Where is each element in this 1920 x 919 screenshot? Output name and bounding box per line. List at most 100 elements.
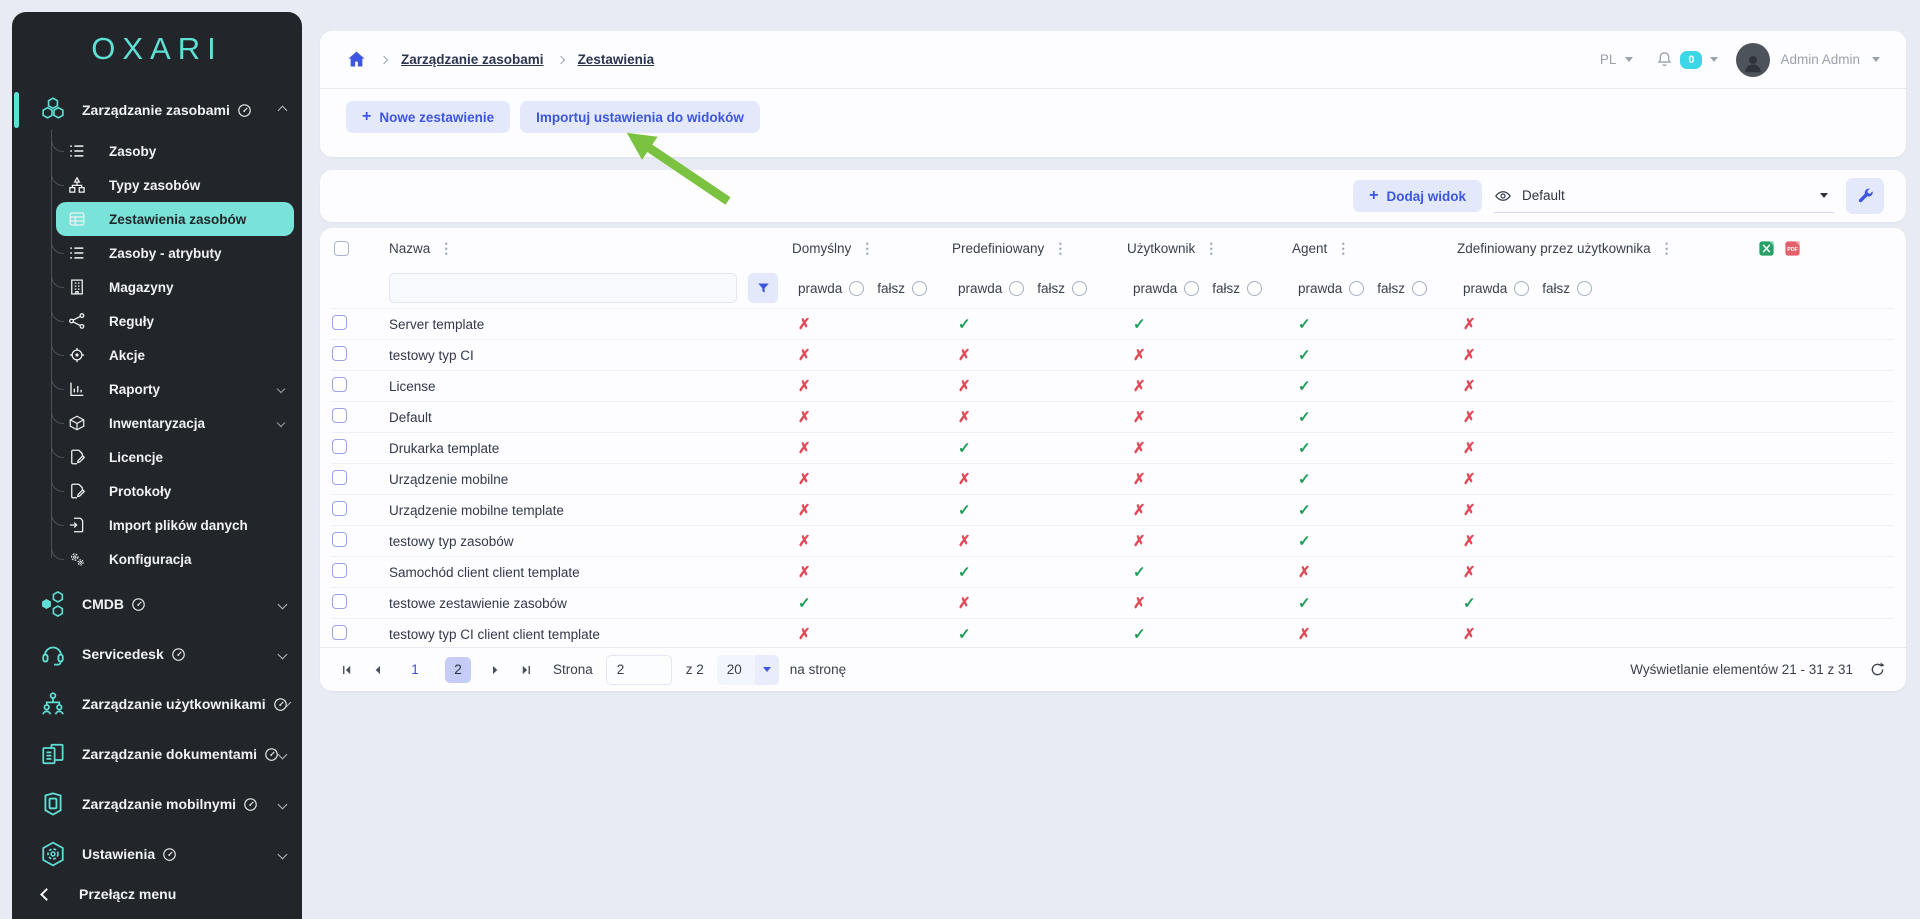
flag-agent: ✗: [1298, 626, 1311, 643]
row-checkbox[interactable]: [332, 563, 347, 578]
sidebar-item-raporty[interactable]: Raporty: [12, 368, 302, 406]
filter-true-radio[interactable]: [849, 280, 865, 296]
view-settings-button[interactable]: [1846, 178, 1884, 214]
column-menu-icon[interactable]: ⋮: [1336, 240, 1350, 257]
new-zestawienie-button[interactable]: + Nowe zestawienie: [346, 101, 511, 133]
filter-false-radio[interactable]: [1412, 280, 1428, 296]
column-header-domyslny[interactable]: Domyślny: [792, 241, 851, 256]
column-menu-icon[interactable]: ⋮: [1204, 240, 1218, 257]
sidebar-item-zestawienia-zasobow[interactable]: Zestawienia zasobów: [56, 202, 294, 236]
column-header-predefiniowany[interactable]: Predefiniowany: [952, 241, 1044, 256]
name-filter-input[interactable]: [389, 273, 737, 303]
sidebar-item-protokoly[interactable]: Protokoły: [12, 470, 302, 508]
breadcrumb-link-zestawienia[interactable]: Zestawienia: [578, 52, 655, 67]
row-checkbox[interactable]: [332, 315, 347, 330]
sidebar-section-zarzadzanie-uzytkownikami[interactable]: Zarządzanie użytkownikami: [12, 684, 302, 724]
refresh-icon[interactable]: [1869, 661, 1886, 678]
home-icon[interactable]: [346, 49, 367, 70]
sidebar-section-zarzadzanie-mobilnymi[interactable]: Zarządzanie mobilnymi: [12, 784, 302, 824]
next-page-icon[interactable]: [488, 663, 502, 677]
column-menu-icon[interactable]: ⋮: [439, 240, 453, 257]
filter-true-radio[interactable]: [1009, 280, 1025, 296]
column-menu-icon[interactable]: ⋮: [1660, 240, 1674, 257]
row-checkbox[interactable]: [332, 501, 347, 516]
table-row: Urządzenie mobilne template ✗ ✓ ✗ ✓ ✗: [332, 494, 1894, 525]
breadcrumb-link-zarzadzanie-zasobami[interactable]: Zarządzanie zasobami: [401, 52, 544, 67]
headset-icon: [40, 641, 66, 667]
filter-true-radio[interactable]: [1349, 280, 1365, 296]
filter-false-radio[interactable]: [1577, 280, 1593, 296]
row-checkbox[interactable]: [332, 439, 347, 454]
sidebar-section-zarzadzanie-dokumentami[interactable]: Zarządzanie dokumentami: [12, 734, 302, 774]
page-number-2-current[interactable]: 2: [445, 656, 471, 683]
sidebar-item-reguly[interactable]: Reguły: [12, 300, 302, 338]
sidebar-item-typy-zasobow[interactable]: Typy zasobów: [12, 164, 302, 202]
row-checkbox[interactable]: [332, 377, 347, 392]
column-menu-icon[interactable]: ⋮: [860, 240, 874, 257]
row-checkbox[interactable]: [332, 594, 347, 609]
export-excel-icon[interactable]: [1757, 239, 1776, 258]
column-menu-icon[interactable]: ⋮: [1053, 240, 1067, 257]
filter-false-label: fałsz: [1377, 280, 1406, 296]
row-checkbox[interactable]: [332, 470, 347, 485]
page-number-input[interactable]: [605, 654, 672, 685]
sidebar-item-zasoby[interactable]: Zasoby: [12, 130, 302, 168]
row-checkbox[interactable]: [332, 625, 347, 640]
filter-button[interactable]: [748, 273, 778, 303]
sidebar-section-cmdb[interactable]: CMDB: [12, 584, 302, 624]
filter-false-radio[interactable]: [1247, 280, 1263, 296]
import-file-icon: [68, 516, 86, 534]
menu-toggle[interactable]: Przełącz menu: [12, 869, 302, 919]
filter-false-radio[interactable]: [912, 280, 928, 296]
sidebar-section-ustawienia[interactable]: Ustawienia: [12, 834, 302, 874]
flag-uzytkownik: ✗: [1133, 471, 1146, 488]
filter-true-label: prawda: [958, 280, 1003, 296]
filter-false-radio[interactable]: [1072, 280, 1088, 296]
breadcrumb-separator-icon: [379, 55, 389, 64]
import-settings-button[interactable]: Importuj ustawienia do widoków: [520, 101, 760, 133]
sidebar-item-licencje[interactable]: Licencje: [12, 436, 302, 474]
gears-icon: [68, 550, 86, 568]
per-page-select[interactable]: 20: [716, 654, 779, 685]
caret-down-icon[interactable]: [1872, 57, 1880, 62]
avatar[interactable]: [1736, 42, 1771, 77]
sidebar-section-zarzadzanie-zasobami[interactable]: Zarządzanie zasobami: [12, 90, 302, 130]
sidebar-item-zasoby-atrybuty[interactable]: Zasoby - atrybuty: [12, 232, 302, 270]
column-header-uzytkownik[interactable]: Użytkownik: [1127, 241, 1195, 256]
user-name[interactable]: Admin Admin: [1780, 52, 1860, 67]
column-header-nazwa[interactable]: Nazwa: [389, 241, 430, 256]
row-name: Default: [389, 409, 432, 425]
sidebar-item-import-plikow-danych[interactable]: Import plików danych: [12, 504, 302, 542]
caret-down-icon: [762, 667, 771, 672]
column-header-zdefiniowany[interactable]: Zdefiniowany przez użytkownika: [1457, 241, 1651, 256]
hierarchy-icon: [68, 176, 86, 194]
sidebar-section-servicedesk[interactable]: Servicedesk: [12, 634, 302, 674]
flag-domyslny: ✗: [798, 440, 811, 457]
select-all-checkbox[interactable]: [334, 240, 349, 256]
sidebar-item-inwentaryzacja[interactable]: Inwentaryzacja: [12, 402, 302, 440]
caret-down-icon[interactable]: [1710, 57, 1719, 62]
caret-down-icon[interactable]: [1625, 57, 1634, 62]
sidebar-item-konfiguracja[interactable]: Konfiguracja: [12, 538, 302, 576]
list-icon: [68, 244, 86, 262]
row-checkbox[interactable]: [332, 408, 347, 423]
add-view-button[interactable]: + Dodaj widok: [1353, 180, 1482, 212]
language-selector[interactable]: PL: [1600, 52, 1617, 67]
filter-true-radio[interactable]: [1184, 280, 1200, 296]
column-header-agent[interactable]: Agent: [1292, 241, 1327, 256]
row-checkbox[interactable]: [332, 346, 347, 361]
last-page-icon[interactable]: [519, 663, 533, 677]
filter-true-radio[interactable]: [1514, 280, 1530, 296]
bell-icon[interactable]: [1655, 50, 1674, 69]
export-pdf-icon[interactable]: [1783, 239, 1802, 258]
filter-true-label: prawda: [1133, 280, 1178, 296]
view-select[interactable]: Default: [1494, 179, 1834, 213]
sidebar-item-magazyny[interactable]: Magazyny: [12, 266, 302, 304]
sidebar-item-akcje[interactable]: Akcje: [12, 334, 302, 372]
row-checkbox[interactable]: [332, 532, 347, 547]
first-page-icon[interactable]: [340, 663, 354, 677]
previous-page-icon[interactable]: [371, 663, 385, 677]
sidebar-section-label: Ustawienia: [82, 846, 156, 862]
page-actions: + Nowe zestawienie Importuj ustawienia d…: [320, 89, 1906, 145]
page-number-1[interactable]: 1: [402, 662, 428, 677]
